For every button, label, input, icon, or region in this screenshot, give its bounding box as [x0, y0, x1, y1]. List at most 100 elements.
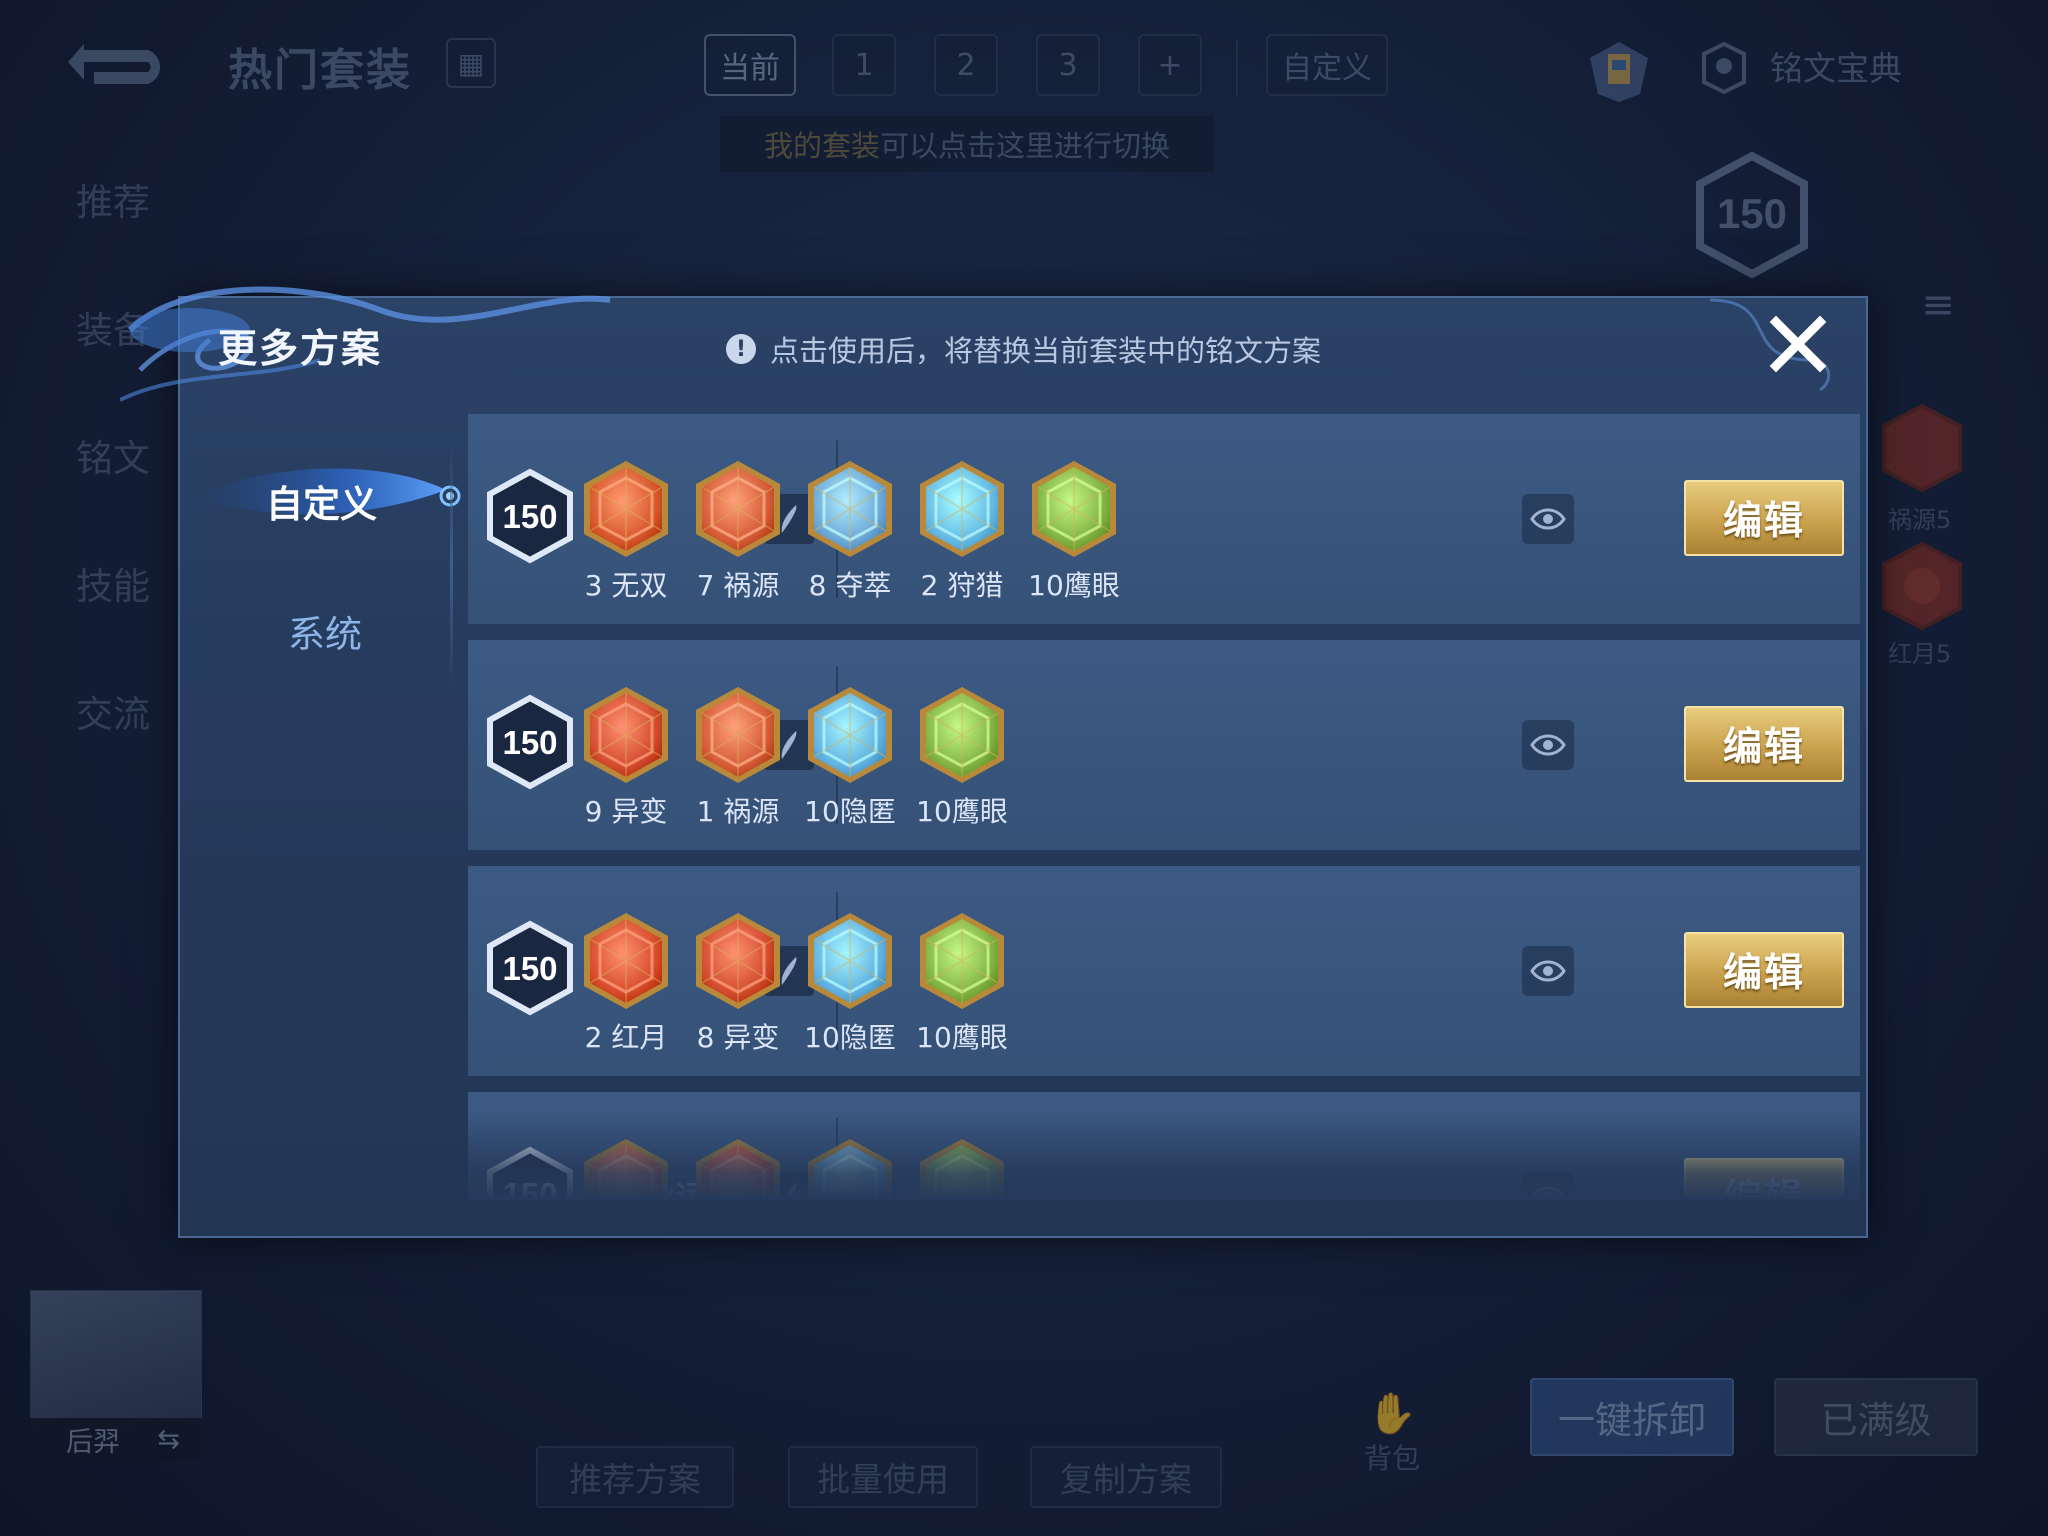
rune-label: 10鹰眼 — [902, 1016, 1022, 1056]
replace-notice-text: 点击使用后，将替换当前套装中的铭文方案 — [770, 334, 1322, 368]
copy-plan-button[interactable]: 复制方案 — [1030, 1446, 1222, 1508]
bag-button[interactable]: ✋ 背包 — [1364, 1390, 1420, 1477]
rune-count: 10 — [916, 1021, 952, 1054]
rune-name: 夺萃 — [835, 569, 892, 602]
right-rune-label-1: 祸源5 — [1888, 506, 1952, 534]
batch-use-button[interactable]: 批量使用 — [788, 1446, 978, 1508]
nav-community[interactable]: 交流 — [76, 684, 150, 738]
preview-button[interactable] — [1522, 494, 1574, 544]
edit-plan-button[interactable]: 编辑 — [1684, 706, 1844, 782]
rune-label: 1 祸源 — [678, 790, 798, 830]
swap-hero-icon[interactable]: ⇆ — [157, 1424, 180, 1455]
rune-name: 祸源 — [723, 569, 780, 602]
level-badge-icon: 150 — [1696, 151, 1808, 279]
preview-button[interactable] — [1522, 1172, 1574, 1198]
rune-count: 9 — [584, 795, 603, 828]
rune-count: 7 — [696, 569, 715, 602]
edit-plan-button[interactable]: 编辑 — [1684, 1158, 1844, 1198]
hero-name: 后羿 — [66, 1426, 120, 1458]
page-title: 热门套装 — [228, 45, 412, 96]
rune-label: 10隐匿 — [790, 1016, 910, 1056]
rune-book-icon[interactable] — [1584, 38, 1654, 104]
hongyue-rune-icon[interactable] — [692, 1136, 784, 1198]
plan-row[interactable]: 150 赵云 编辑 9 异变 1 祸源 — [468, 640, 1860, 850]
edit-plan-button[interactable]: 编辑 — [1684, 480, 1844, 556]
hero-name-bar[interactable]: 后羿 ⇆ — [30, 1418, 202, 1460]
info-icon: ! — [726, 334, 756, 364]
duocui-rune-icon[interactable] — [804, 458, 896, 560]
side-tab-divider — [450, 440, 453, 690]
recommend-plan-button[interactable]: 推荐方案 — [536, 1446, 734, 1508]
rune-label: 10鹰眼 — [902, 790, 1022, 830]
eye-icon — [1530, 960, 1566, 982]
unequip-all-button[interactable]: 一键拆卸 — [1530, 1378, 1734, 1456]
rune-count: 2 — [584, 1021, 603, 1054]
huoyuan-rune-icon[interactable] — [580, 1136, 672, 1198]
preview-button[interactable] — [1522, 720, 1574, 770]
grid-view-icon[interactable]: ▦ — [446, 38, 496, 88]
tab-custom[interactable]: 自定义 — [1266, 34, 1388, 96]
level-150-badge-icon: 150 — [487, 468, 573, 564]
nav-runes[interactable]: 铭文 — [76, 428, 150, 482]
close-icon[interactable] — [1766, 312, 1830, 376]
rune-label: 8 异变 — [678, 1016, 798, 1056]
menu-icon[interactable]: ≡ — [1910, 282, 1966, 338]
eye-icon — [1530, 734, 1566, 756]
tab-1[interactable]: 1 — [832, 34, 896, 96]
rune-count: 8 — [808, 569, 827, 602]
yibian-rune-icon[interactable] — [580, 684, 672, 786]
yibian-rune-icon[interactable] — [692, 910, 784, 1012]
tab-3[interactable]: 3 — [1036, 34, 1100, 96]
yingyan-rune-icon[interactable] — [1028, 458, 1120, 560]
yingyan-rune-icon[interactable] — [916, 684, 1008, 786]
rune-label: 8 夺萃 — [790, 564, 910, 604]
level-150-badge-icon: 150 — [487, 694, 573, 790]
nav-skills[interactable]: 技能 — [76, 556, 150, 610]
plan-row[interactable]: 150 韩信永远的神 编辑 — [468, 1092, 1860, 1198]
rune-label: 10鹰眼 — [1014, 564, 1134, 604]
plan-row[interactable]: 150 射手 编辑 3 无双 7 祸源 — [468, 414, 1860, 624]
tab-add[interactable]: + — [1138, 34, 1202, 96]
wushuang-rune-icon[interactable] — [580, 458, 672, 560]
level-150-badge-icon: 150 — [487, 920, 573, 1016]
rune-label: 10隐匿 — [790, 790, 910, 830]
plan-list[interactable]: 150 射手 编辑 3 无双 7 祸源 — [468, 414, 1860, 1198]
switch-hint-text: 可以点击这里进行切换 — [880, 129, 1171, 163]
huoyuan-rune-icon — [1882, 403, 1962, 493]
yingyan-rune-icon[interactable] — [916, 910, 1008, 1012]
max-level-button[interactable]: 已满级 — [1774, 1378, 1978, 1456]
edit-plan-button[interactable]: 编辑 — [1684, 932, 1844, 1008]
switch-hint-highlight: 我的套装 — [763, 129, 880, 163]
back-arrow-icon[interactable] — [64, 34, 174, 90]
rune-label: 2 红月 — [566, 1016, 686, 1056]
yinni-rune-icon[interactable] — [804, 684, 896, 786]
plan-level-text: 150 — [502, 1176, 557, 1198]
rune-codex-icon[interactable] — [1700, 42, 1748, 94]
plan-row[interactable]: 150 镜 编辑 2 红月 8 异变 — [468, 866, 1860, 1076]
huoyuan-rune-icon[interactable] — [692, 684, 784, 786]
rune-count: 3 — [584, 569, 603, 602]
hongyue-rune-icon[interactable] — [580, 910, 672, 1012]
switch-hint: 我的套装 可以点击这里进行切换 — [720, 116, 1214, 172]
preview-button[interactable] — [1522, 946, 1574, 996]
nav-recommend[interactable]: 推荐 — [76, 172, 150, 226]
rune-name: 无双 — [611, 569, 668, 602]
duocui-rune-icon[interactable] — [804, 1136, 896, 1198]
yinni-rune-icon[interactable] — [804, 910, 896, 1012]
rune-name: 异变 — [723, 1021, 780, 1054]
yingyan-rune-icon[interactable] — [916, 1136, 1008, 1198]
rune-codex-label[interactable]: 铭文宝典 — [1770, 42, 1902, 90]
rune-count: 10 — [1028, 569, 1064, 602]
rune-name: 鹰眼 — [951, 795, 1008, 828]
rune-count: 10 — [804, 1021, 840, 1054]
huoyuan-rune-icon[interactable] — [692, 458, 784, 560]
tab-2[interactable]: 2 — [934, 34, 998, 96]
rune-label: 3 无双 — [566, 564, 686, 604]
rune-name: 祸源 — [723, 795, 780, 828]
side-tab-system[interactable]: 系统 — [288, 604, 362, 658]
rune-name: 隐匿 — [839, 795, 896, 828]
tab-current[interactable]: 当前 — [704, 34, 796, 96]
eye-icon — [1530, 508, 1566, 530]
shoulie-rune-icon[interactable] — [916, 458, 1008, 560]
side-tab-custom[interactable]: 自定义 — [266, 474, 377, 528]
